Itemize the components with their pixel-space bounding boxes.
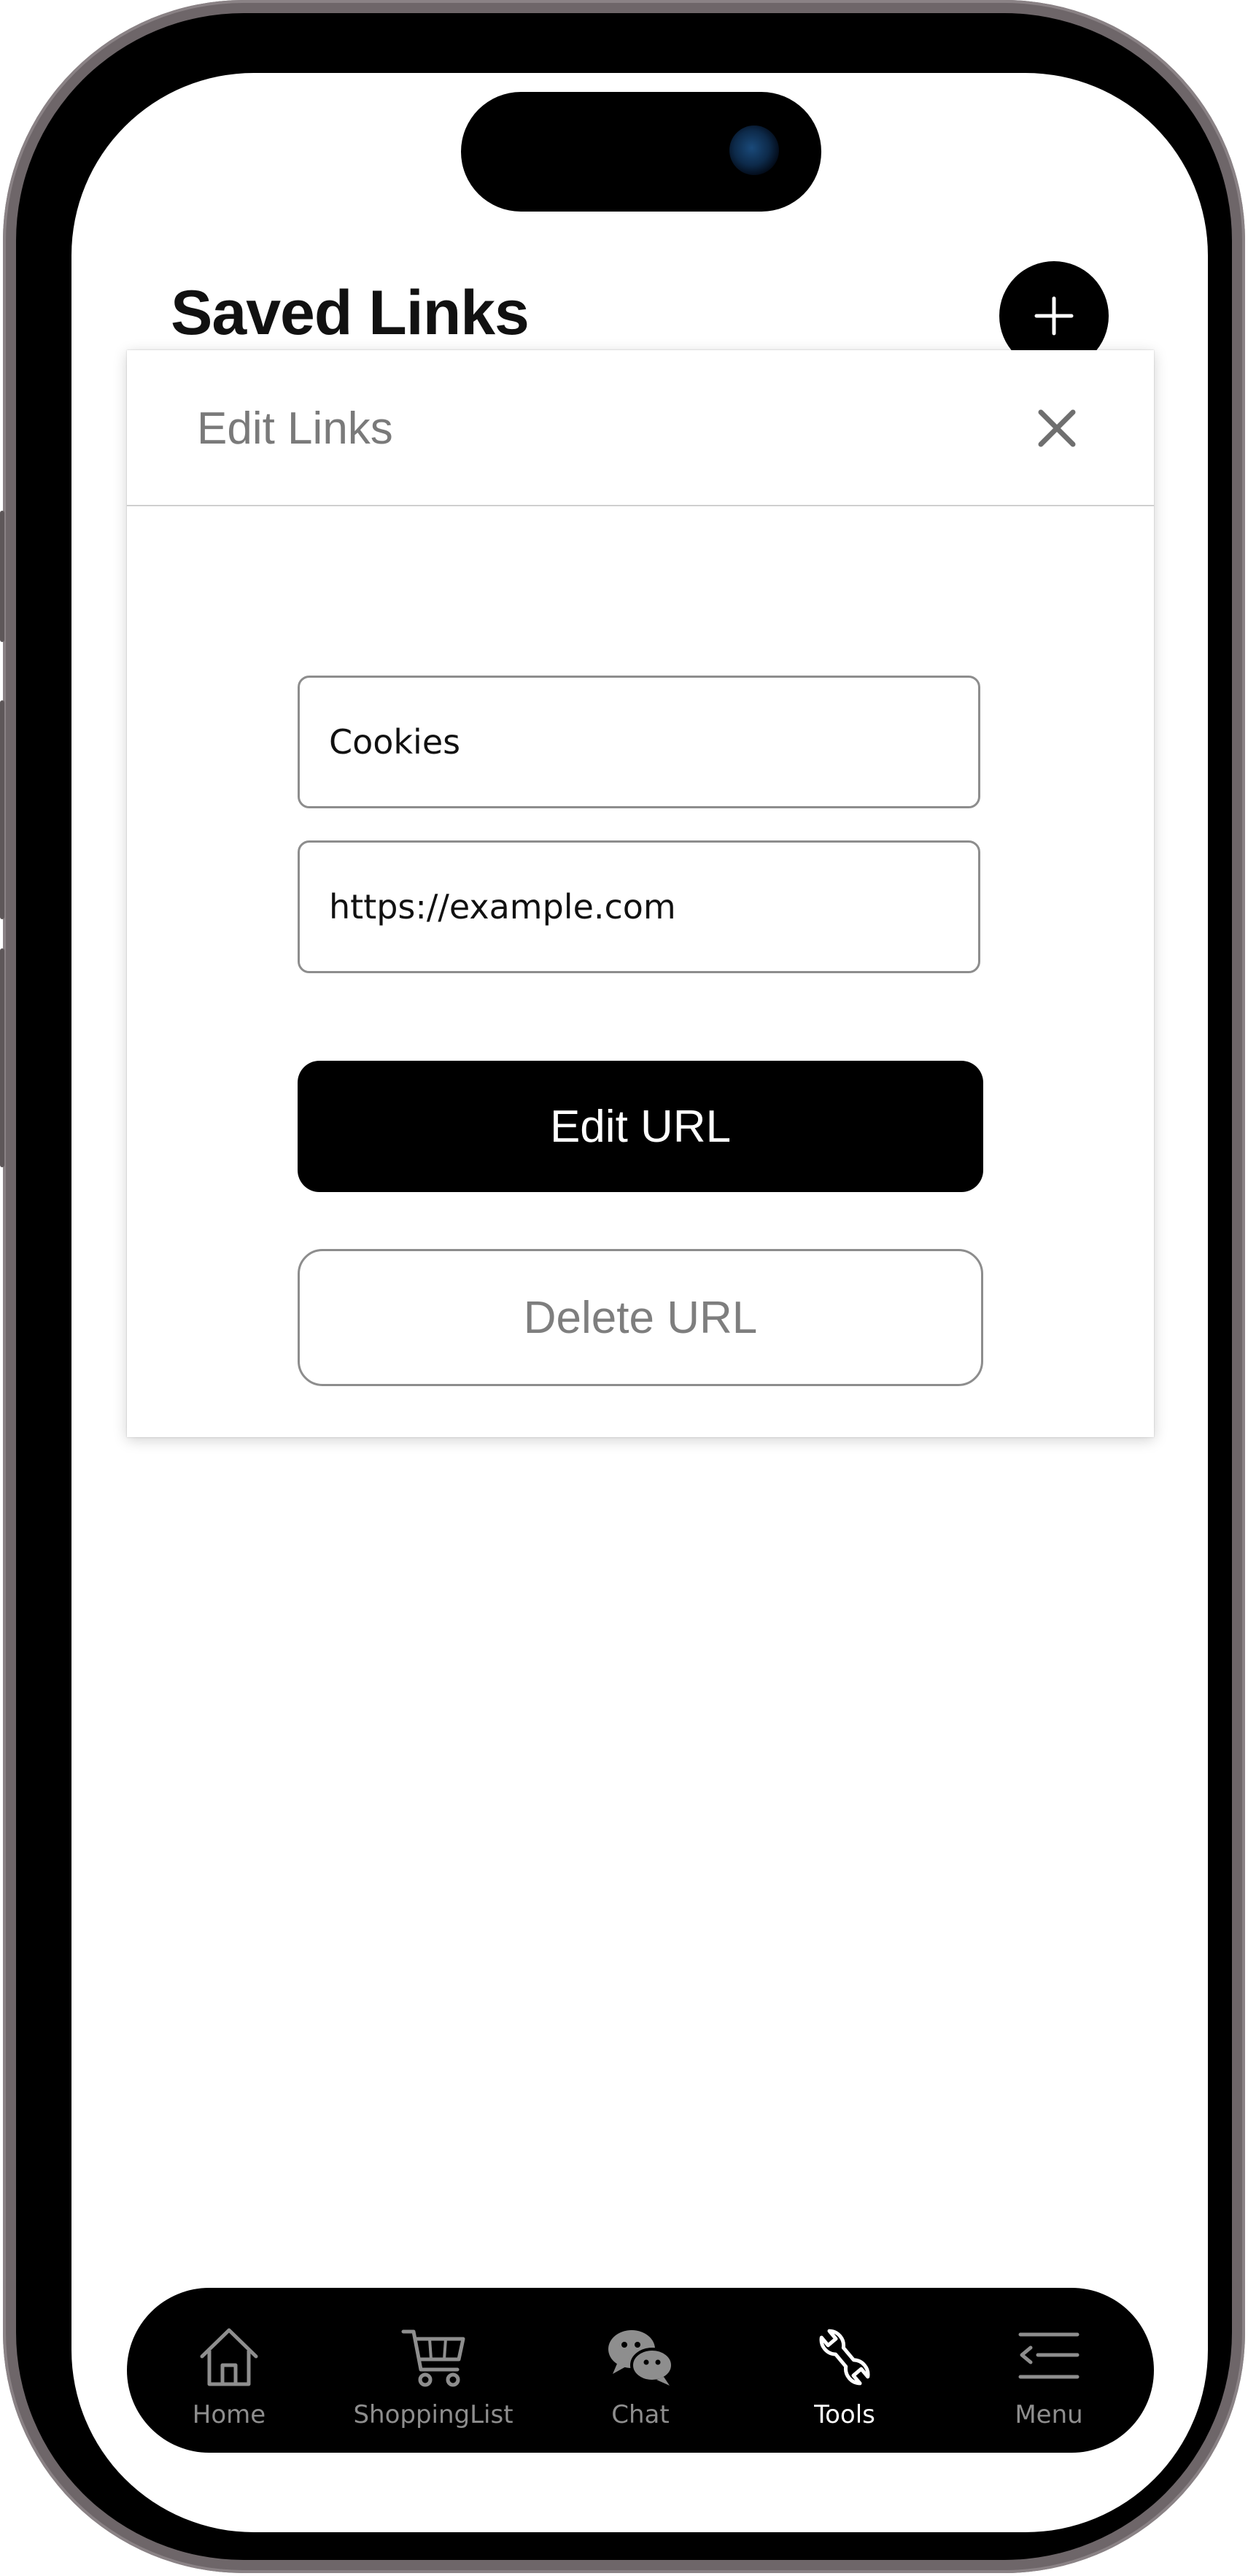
modal-header: Edit Links	[127, 350, 1154, 506]
tab-menu-label: Menu	[1015, 2400, 1083, 2429]
volume-down-side-button	[0, 948, 4, 1167]
tab-shoppinglist-label: ShoppingList	[353, 2400, 513, 2429]
home-icon	[200, 2328, 258, 2386]
camera-icon	[729, 125, 779, 175]
chat-icon	[608, 2330, 674, 2386]
tools-icon	[819, 2329, 870, 2386]
link-url-input[interactable]	[300, 843, 978, 971]
screen: Saved Links Edit Links Cookies https://e…	[71, 73, 1208, 2532]
edit-links-modal: Edit Links Edit URL Delete URL	[127, 350, 1154, 1437]
close-icon	[1038, 409, 1076, 447]
page-title: Saved Links	[171, 278, 530, 348]
volume-up-side-button	[0, 700, 4, 919]
phone-bezel: Saved Links Edit Links Cookies https://e…	[16, 13, 1232, 2560]
menu-icon	[1018, 2332, 1080, 2379]
link-name-field[interactable]	[298, 676, 980, 808]
tab-shoppinglist[interactable]: ShoppingList	[331, 2288, 535, 2453]
edit-url-button[interactable]: Edit URL	[298, 1061, 983, 1192]
tab-tools-label: Tools	[814, 2400, 875, 2429]
link-name-input[interactable]	[300, 678, 978, 806]
shopping-cart-icon	[401, 2329, 465, 2387]
close-button[interactable]	[1024, 395, 1090, 461]
tab-chat[interactable]: Chat	[538, 2288, 743, 2453]
tab-tools[interactable]: Tools	[743, 2288, 947, 2453]
tab-menu[interactable]: Menu	[947, 2288, 1151, 2453]
delete-url-button[interactable]: Delete URL	[298, 1249, 983, 1386]
dynamic-island	[461, 92, 821, 212]
tab-chat-label: Chat	[611, 2400, 670, 2429]
link-url-field[interactable]	[298, 840, 980, 973]
plus-icon	[1034, 296, 1074, 336]
tab-home[interactable]: Home	[127, 2288, 331, 2453]
bottom-tab-bar: Home ShoppingList Chat Tools Menu	[127, 2288, 1154, 2453]
modal-title: Edit Links	[197, 403, 393, 454]
tab-home-label: Home	[192, 2400, 266, 2429]
action-side-button	[0, 511, 4, 642]
